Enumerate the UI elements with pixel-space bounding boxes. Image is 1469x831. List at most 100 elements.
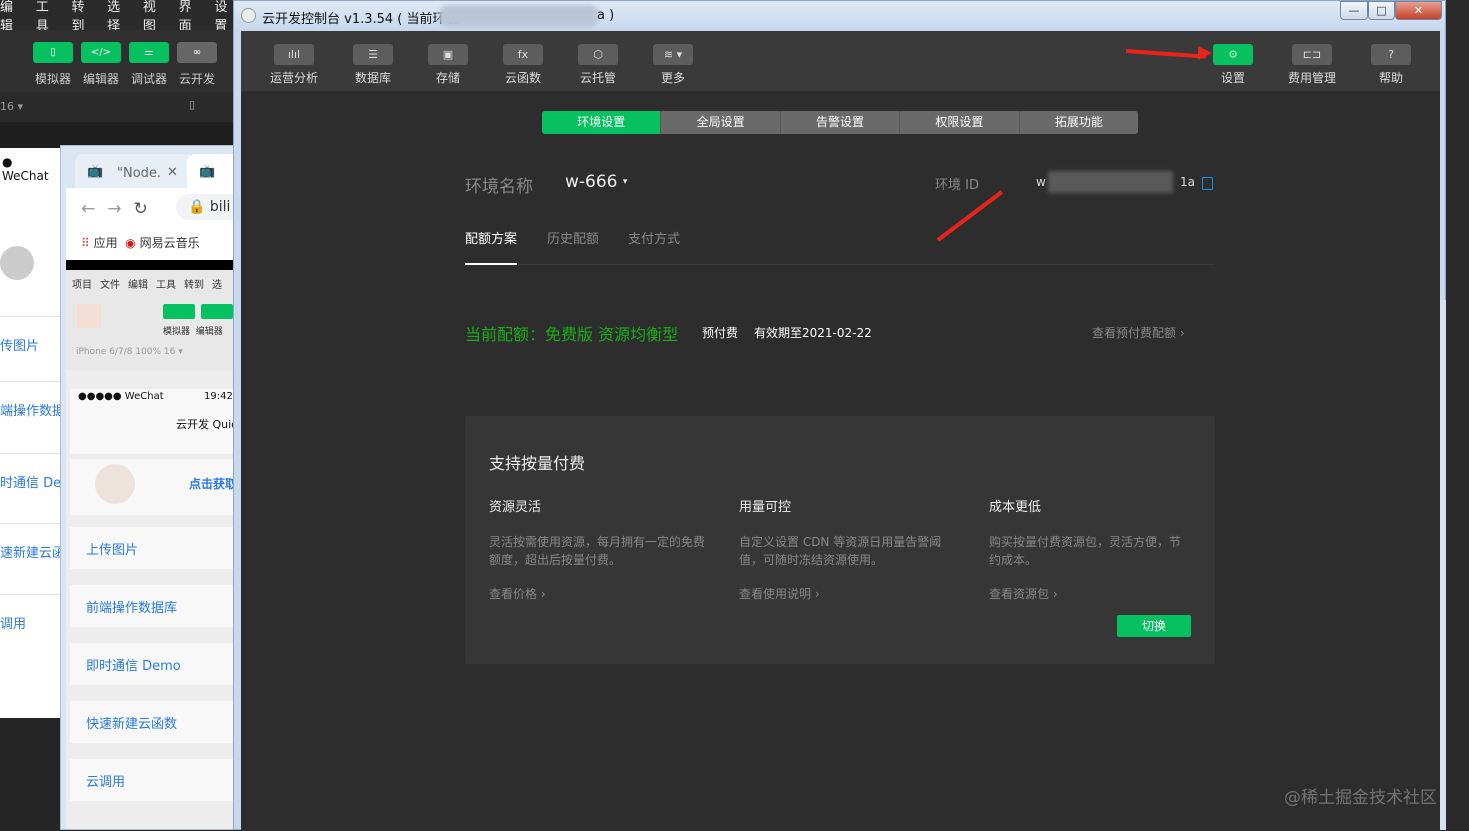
feature-desc: 自定义设置 CDN 等资源日用量告警阈值，可随时冻结资源使用。	[739, 535, 942, 567]
view-usage-guide-link[interactable]: 查看使用说明 ›	[739, 585, 959, 602]
menu-item[interactable]: 工具	[36, 0, 62, 34]
view-resource-pack-link[interactable]: 查看资源包 ›	[989, 585, 1189, 602]
demo-item[interactable]: 前端操作数据库	[70, 585, 239, 627]
tab-alert-settings[interactable]: 告警设置	[779, 111, 899, 134]
switch-button[interactable]: 切换	[1117, 615, 1191, 637]
cloud-console-window: 云开发控制台 v1.3.54 ( 当前环境 a ) — □ ✕ ılıl 运营分析…	[233, 0, 1446, 831]
storage-icon: ▣	[428, 44, 468, 65]
menu-item[interactable]: 选择	[107, 0, 133, 34]
maximize-button[interactable]: □	[1368, 1, 1395, 20]
arrowhead	[1198, 46, 1212, 60]
console-toolbar: ılıl 运营分析 ☰ 数据库 ▣ 存储 fx 云函数 ⬡ 云托管 ≋ ▾ 更多 ⚙ 设置 ⊏…	[241, 31, 1440, 91]
watermark: @稀土掘金技术社区	[1284, 788, 1437, 808]
bookmark[interactable]: 网易云音乐	[140, 236, 200, 250]
env-name-select[interactable]: w-666 ▾	[565, 172, 627, 192]
feature-title: 成本更低	[989, 500, 1042, 515]
subtab-quota-plan[interactable]: 配额方案	[465, 228, 517, 247]
redacted-region	[1048, 171, 1173, 193]
get-avatar-button[interactable]: 点击获取	[189, 475, 237, 492]
toolbar-functions[interactable]: fx 云函数	[483, 31, 563, 86]
cloud-icon[interactable]: ∞	[177, 42, 217, 63]
browser-tab[interactable]: 📺 "Node. ✕	[75, 154, 195, 188]
simulator-label: 模拟器	[34, 72, 71, 86]
caret-down-icon: ▾	[622, 177, 628, 187]
view-pricing-link[interactable]: 查看价格 ›	[489, 585, 709, 602]
tab-env-settings[interactable]: 环境设置	[542, 111, 661, 134]
device-zoom[interactable]: 16 ▾	[0, 100, 23, 113]
toolbar-help[interactable]: ? 帮助	[1351, 31, 1431, 86]
debugger-icon[interactable]: ⚌	[129, 42, 169, 63]
gear-icon: ⚙	[1213, 44, 1253, 65]
subtab-payment[interactable]: 支付方式	[628, 228, 680, 247]
demo-item[interactable]: 即时通信 Demo	[70, 643, 239, 685]
chevron-right-icon: ›	[1179, 326, 1185, 340]
nav-buttons[interactable]: ←→↻	[81, 199, 160, 219]
toolbar-billing[interactable]: ⊏⊐ 费用管理	[1272, 31, 1352, 86]
minimize-button[interactable]: —	[1340, 1, 1368, 20]
menu-item[interactable]: 转到	[71, 0, 97, 34]
bilibili-icon: 📺	[87, 164, 104, 179]
avatar	[0, 246, 34, 280]
settings-content: 环境设置 全局设置 告警设置 权限设置 拓展功能 环境名称 w-666 ▾ 环境…	[241, 91, 1440, 831]
feature-desc: 购买按量付费资源包，灵活方便，节约成本。	[989, 535, 1182, 567]
copy-icon[interactable]	[1202, 177, 1213, 190]
tab-global-settings[interactable]: 全局设置	[660, 111, 779, 134]
toolbar-hosting[interactable]: ⬡ 云托管	[558, 31, 638, 86]
toolbar-database[interactable]: ☰ 数据库	[333, 31, 413, 86]
billing-icon: ⊏⊐	[1292, 44, 1332, 65]
editor-icon[interactable]: </>	[81, 42, 121, 63]
close-button[interactable]: ✕	[1395, 1, 1442, 20]
device-select[interactable]: iPhone 6/7/8 100% 16 ▾	[76, 347, 183, 357]
bookmarks-bar: ⠿ 应用 ◉ 网易云音乐	[81, 234, 200, 251]
demo-item[interactable]: 云调用	[70, 759, 239, 801]
demo-item[interactable]: 上传图片	[70, 527, 239, 569]
toolbar-more[interactable]: ≋ ▾ 更多	[633, 31, 713, 86]
sim-status: ● WeChat	[2, 155, 49, 183]
feature-column: 资源灵活 灵活按需使用资源，每月拥有一定的免费额度，超出后按量付费。 查看价格 …	[489, 496, 709, 602]
menu-item[interactable]: 编辑	[0, 0, 26, 34]
scrollbar[interactable]	[1440, 300, 1446, 830]
feature-column: 成本更低 购买按量付费资源包，灵活方便，节约成本。 查看资源包 ›	[989, 496, 1189, 602]
feature-desc: 灵活按需使用资源，每月拥有一定的免费额度，超出后按量付费。	[489, 535, 706, 567]
help-icon: ?	[1371, 44, 1411, 65]
simulator-icon[interactable]: ▯	[33, 42, 73, 63]
address-bar[interactable]: 🔒 bili	[176, 194, 239, 220]
card-title: 支持按量付费	[489, 454, 586, 473]
app-icon	[241, 8, 256, 23]
quota-expiry: 有效期至2021-02-22	[754, 326, 872, 340]
apps-icon: ⠿	[81, 236, 90, 250]
current-quota: 当前配额：免费版 资源均衡型	[465, 325, 679, 344]
background-window-edge	[1446, 0, 1469, 830]
tab-permission-settings[interactable]: 权限设置	[899, 111, 1018, 134]
list-item[interactable]: 速新建云函	[0, 523, 62, 575]
demo-item[interactable]: 快速新建云函数	[70, 701, 239, 743]
feature-title: 用量可控	[739, 500, 792, 515]
function-icon: fx	[503, 44, 543, 65]
subtab-underline	[465, 263, 517, 265]
list-item[interactable]: 端操作数据	[0, 381, 62, 431]
browser-window: 📺 "Node. ✕ 📺 ←→↻ 🔒 bili ⠿ 应用 ◉ 网易云音乐 项目 文件编…	[60, 145, 240, 830]
menu-item[interactable]: 视图	[143, 0, 169, 34]
close-icon[interactable]: ✕	[167, 165, 178, 180]
view-prepaid-quota-link[interactable]: 查看预付费配额 ›	[1092, 324, 1185, 341]
settings-tabs: 环境设置 全局设置 告警设置 权限设置 拓展功能	[542, 111, 1138, 134]
menu-item[interactable]: 界面	[179, 0, 205, 34]
list-item[interactable]: 传图片	[0, 316, 62, 362]
simulator-panel: ● WeChat 传图片 端操作数据 时通信 De 速新建云函 调用	[0, 148, 62, 718]
redacted-region	[439, 5, 599, 27]
bookmark[interactable]: 应用	[94, 236, 118, 250]
debugger-label: 调试器	[130, 72, 167, 86]
feature-column: 用量可控 自定义设置 CDN 等资源日用量告警阈值，可随时冻结资源使用。 查看使…	[739, 496, 959, 602]
cube-icon: ⬡	[578, 44, 618, 65]
phone-icon[interactable]: ▯	[189, 98, 195, 111]
chart-icon: ılıl	[274, 44, 314, 65]
list-item[interactable]: 调用	[0, 594, 62, 646]
toolbar-storage[interactable]: ▣ 存储	[408, 31, 488, 86]
avatar	[95, 464, 135, 504]
toolbar-analytics[interactable]: ılıl 运营分析	[254, 31, 334, 86]
tab-extensions[interactable]: 拓展功能	[1018, 111, 1138, 134]
list-item[interactable]: 时通信 De	[0, 453, 62, 503]
ide-menu-bar: 编辑 工具 转到 选择 视图 界面 设置	[0, 0, 240, 34]
netease-icon: ◉	[125, 236, 136, 250]
subtab-quota-history[interactable]: 历史配额	[547, 228, 599, 247]
